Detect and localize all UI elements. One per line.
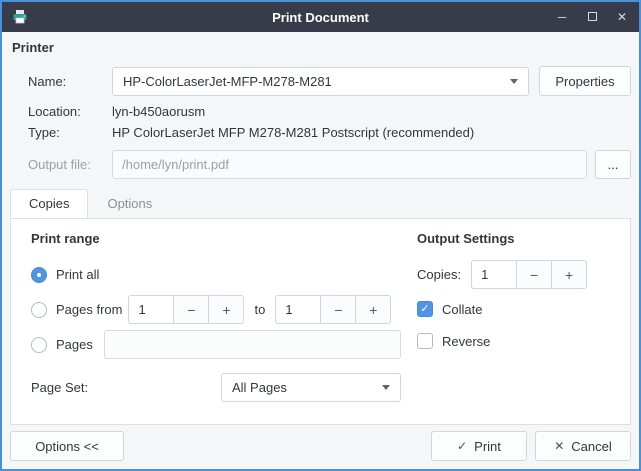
collate-label: Collate bbox=[442, 302, 482, 317]
window-title: Print Document bbox=[2, 10, 639, 25]
print-all-radio[interactable] bbox=[31, 267, 47, 283]
cross-icon: ✕ bbox=[554, 439, 564, 453]
dialog-body: Printer Name: HP-ColorLaserJet-MFP-M278-… bbox=[2, 32, 639, 469]
location-value: lyn-b450aorusm bbox=[112, 104, 205, 119]
pages-from-radio[interactable] bbox=[31, 302, 47, 318]
printer-section-heading: Printer bbox=[12, 40, 631, 58]
output-settings-heading: Output Settings bbox=[417, 231, 620, 246]
pages-from-row: Pages from 1 − + to 1 − + bbox=[31, 295, 401, 324]
pages-to-label: to bbox=[254, 302, 265, 317]
page-set-row: Page Set: All Pages bbox=[31, 373, 401, 402]
window-controls: ─ ✕ bbox=[555, 11, 629, 23]
output-file-input[interactable] bbox=[112, 150, 587, 179]
print-all-label: Print all bbox=[56, 267, 99, 282]
chevron-down-icon bbox=[382, 385, 390, 390]
maximize-icon bbox=[588, 12, 597, 21]
minimize-button[interactable]: ─ bbox=[555, 11, 569, 23]
copies-spinbox: 1 − + bbox=[471, 260, 587, 289]
reverse-label: Reverse bbox=[442, 334, 490, 349]
print-range-section: Print range Print all Pages from 1 − + t… bbox=[21, 231, 401, 414]
cancel-button-label: Cancel bbox=[571, 439, 611, 454]
pages-to-minus-button[interactable]: − bbox=[320, 296, 355, 323]
printer-name-value: HP-ColorLaserJet-MFP-M278-M281 bbox=[123, 74, 332, 89]
printer-name-combo[interactable]: HP-ColorLaserJet-MFP-M278-M281 bbox=[112, 67, 529, 96]
page-set-label: Page Set: bbox=[31, 380, 221, 395]
tab-bar: Copies Options bbox=[10, 189, 631, 218]
copies-value[interactable]: 1 bbox=[472, 261, 516, 288]
print-all-row: Print all bbox=[31, 260, 401, 289]
type-label: Type: bbox=[28, 125, 112, 140]
tab-copies[interactable]: Copies bbox=[10, 189, 88, 218]
pages-from-minus-button[interactable]: − bbox=[173, 296, 208, 323]
printer-location-row: Location: lyn-b450aorusm bbox=[28, 102, 631, 121]
page-set-combo[interactable]: All Pages bbox=[221, 373, 401, 402]
options-toggle-button[interactable]: Options << bbox=[10, 431, 124, 461]
name-label: Name: bbox=[28, 74, 112, 89]
cancel-button[interactable]: ✕ Cancel bbox=[535, 431, 631, 461]
pages-row: Pages bbox=[31, 330, 401, 359]
location-label: Location: bbox=[28, 104, 112, 119]
pages-radio[interactable] bbox=[31, 337, 47, 353]
pages-from-value[interactable]: 1 bbox=[129, 296, 173, 323]
copies-label: Copies: bbox=[417, 267, 461, 282]
pages-from-label: Pages from bbox=[56, 302, 122, 317]
collate-checkbox[interactable]: ✓ bbox=[417, 301, 433, 317]
print-button[interactable]: ✓ Print bbox=[431, 431, 527, 461]
chevron-down-icon bbox=[510, 79, 518, 84]
copies-plus-button[interactable]: + bbox=[551, 261, 586, 288]
pages-label: Pages bbox=[56, 337, 93, 352]
copies-minus-button[interactable]: − bbox=[516, 261, 551, 288]
printer-icon bbox=[12, 9, 28, 25]
browse-button[interactable]: ... bbox=[595, 150, 631, 179]
copies-row: Copies: 1 − + bbox=[417, 260, 620, 289]
close-button[interactable]: ✕ bbox=[615, 11, 629, 23]
output-settings-section: Output Settings Copies: 1 − + ✓ Collate … bbox=[401, 231, 620, 414]
check-icon: ✓ bbox=[457, 439, 467, 453]
pages-from-spinbox: 1 − + bbox=[128, 295, 244, 324]
print-button-label: Print bbox=[474, 439, 501, 454]
check-icon: ✓ bbox=[420, 304, 429, 315]
collate-row: ✓ Collate bbox=[417, 299, 620, 319]
reverse-row: ✓ Reverse bbox=[417, 331, 620, 351]
properties-button[interactable]: Properties bbox=[539, 66, 631, 96]
print-range-heading: Print range bbox=[31, 231, 401, 246]
footer: Options << ✓ Print ✕ Cancel bbox=[10, 431, 631, 461]
output-file-row: Output file: ... bbox=[28, 150, 631, 179]
maximize-button[interactable] bbox=[585, 11, 599, 23]
pages-to-plus-button[interactable]: + bbox=[355, 296, 390, 323]
pages-input[interactable] bbox=[104, 330, 401, 359]
tab-options[interactable]: Options bbox=[88, 189, 171, 218]
type-value: HP ColorLaserJet MFP M278-M281 Postscrip… bbox=[112, 125, 474, 140]
printer-type-row: Type: HP ColorLaserJet MFP M278-M281 Pos… bbox=[28, 123, 631, 142]
reverse-checkbox[interactable]: ✓ bbox=[417, 333, 433, 349]
copies-tab-panel: Print range Print all Pages from 1 − + t… bbox=[10, 218, 631, 425]
pages-to-spinbox: 1 − + bbox=[275, 295, 391, 324]
output-file-label: Output file: bbox=[28, 157, 112, 172]
printer-name-row: Name: HP-ColorLaserJet-MFP-M278-M281 Pro… bbox=[28, 66, 631, 96]
page-set-value: All Pages bbox=[232, 380, 287, 395]
print-dialog-window: Print Document ─ ✕ Printer Name: HP-Colo… bbox=[0, 0, 641, 471]
pages-from-plus-button[interactable]: + bbox=[208, 296, 243, 323]
pages-to-value[interactable]: 1 bbox=[276, 296, 320, 323]
titlebar: Print Document ─ ✕ bbox=[2, 2, 639, 32]
